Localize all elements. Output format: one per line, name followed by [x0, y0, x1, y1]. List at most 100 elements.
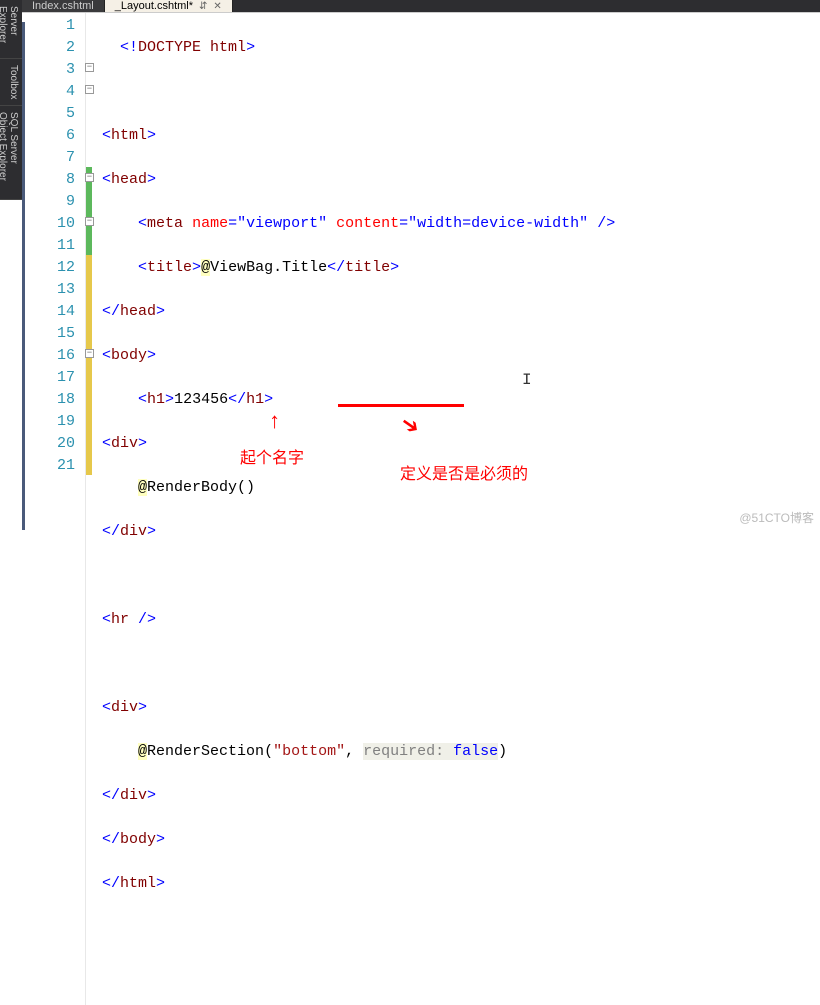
- code-token: >: [147, 787, 156, 804]
- arrow-up-icon: ↑: [268, 412, 281, 434]
- code-content[interactable]: <!DOCTYPE html> <html> <head> <meta name…: [92, 13, 820, 1005]
- line-number: 3−: [22, 59, 85, 81]
- tab-index[interactable]: Index.cshtml: [22, 0, 105, 12]
- code-token: [444, 743, 453, 760]
- sidebar-item-toolbox[interactable]: Toolbox: [0, 59, 22, 106]
- tab-label: Index.cshtml: [32, 0, 94, 12]
- code-token: head: [120, 303, 156, 320]
- code-token: <!: [120, 39, 138, 56]
- code-token: />: [129, 611, 156, 628]
- code-token: <: [102, 611, 111, 628]
- code-editor[interactable]: 123−4−5678−910−111213141516−1718192021 <…: [22, 13, 820, 1005]
- code-token: div: [111, 699, 138, 716]
- code-token: body: [120, 831, 156, 848]
- line-number: 15: [22, 323, 85, 345]
- line-number: 2: [22, 37, 85, 59]
- pin-icon[interactable]: ⇵: [199, 1, 207, 12]
- code-token: >: [147, 347, 156, 364]
- watermark-text: @51CTO博客: [739, 509, 814, 526]
- razor-at-icon: @: [138, 743, 147, 760]
- line-number-gutter: 123−4−5678−910−111213141516−1718192021: [22, 13, 86, 1005]
- code-token: ): [498, 743, 507, 760]
- code-token: >: [147, 127, 156, 144]
- code-token: >: [138, 699, 147, 716]
- code-token: title: [345, 259, 390, 276]
- code-token: html: [120, 875, 156, 892]
- code-token: "viewport": [237, 215, 327, 232]
- tab-bar: Index.cshtml _Layout.cshtml* ⇵ ✕: [22, 0, 820, 12]
- editor-area: Index.cshtml _Layout.cshtml* ⇵ ✕ 123−4−5…: [22, 0, 820, 530]
- line-number: 13: [22, 279, 85, 301]
- line-number: 4−: [22, 81, 85, 103]
- sidebar-item-sql-explorer[interactable]: SQL Server Object Explorer: [0, 106, 22, 200]
- code-token: div: [111, 435, 138, 452]
- code-token: name: [192, 215, 228, 232]
- code-token: >: [264, 391, 273, 408]
- code-token: ViewBag.Title: [210, 259, 327, 276]
- tab-label: _Layout.cshtml*: [115, 0, 193, 12]
- code-token: 123456: [174, 391, 228, 408]
- code-token: required:: [363, 743, 444, 760]
- line-number: 5: [22, 103, 85, 125]
- code-token: >: [156, 831, 165, 848]
- code-token: h1: [246, 391, 264, 408]
- code-token: body: [111, 347, 147, 364]
- code-token: html: [201, 39, 246, 56]
- line-number: 8−: [22, 169, 85, 191]
- code-token: <: [102, 347, 111, 364]
- text-cursor-icon: I: [522, 369, 532, 391]
- code-token: DOCTYPE: [138, 39, 201, 56]
- code-token: />: [588, 215, 615, 232]
- code-token: >: [192, 259, 201, 276]
- line-number: 16−: [22, 345, 85, 367]
- code-token: <: [138, 259, 147, 276]
- close-icon[interactable]: ✕: [213, 1, 221, 12]
- annotation-underline: [338, 404, 464, 407]
- code-token: (: [264, 743, 273, 760]
- code-token: meta: [147, 215, 183, 232]
- code-token: div: [120, 523, 147, 540]
- razor-at-icon: @: [201, 259, 210, 276]
- code-token: RenderBody(): [147, 479, 255, 496]
- code-token: =: [399, 215, 408, 232]
- code-token: >: [138, 435, 147, 452]
- code-token: >: [246, 39, 255, 56]
- code-token: "bottom": [273, 743, 345, 760]
- annotation-name-label: 起个名字: [240, 444, 304, 468]
- code-token: content: [336, 215, 399, 232]
- code-token: "width=device-width": [408, 215, 588, 232]
- line-number: 10−: [22, 213, 85, 235]
- code-token: div: [120, 787, 147, 804]
- line-number: 14: [22, 301, 85, 323]
- code-token: title: [147, 259, 192, 276]
- line-number: 20: [22, 433, 85, 455]
- code-token: RenderSection: [147, 743, 264, 760]
- code-token: <: [138, 391, 147, 408]
- code-token: <: [102, 127, 111, 144]
- side-toolbar: Server Explorer Toolbox SQL Server Objec…: [0, 0, 22, 200]
- code-token: </: [102, 523, 120, 540]
- code-token: </: [102, 875, 120, 892]
- line-number: 12: [22, 257, 85, 279]
- code-token: </: [102, 831, 120, 848]
- line-number: 9: [22, 191, 85, 213]
- line-number: 1: [22, 15, 85, 37]
- code-token: >: [165, 391, 174, 408]
- code-token: <: [102, 171, 111, 188]
- code-token: <: [102, 699, 111, 716]
- code-token: <: [102, 435, 111, 452]
- code-token: >: [390, 259, 399, 276]
- tab-layout[interactable]: _Layout.cshtml* ⇵ ✕: [105, 0, 233, 12]
- code-token: =: [228, 215, 237, 232]
- code-token: false: [453, 743, 498, 760]
- code-token: hr: [111, 611, 129, 628]
- line-number: 21: [22, 455, 85, 477]
- code-token: head: [111, 171, 147, 188]
- line-number: 11: [22, 235, 85, 257]
- editor-left-border: [22, 22, 25, 530]
- code-token: >: [156, 303, 165, 320]
- code-token: >: [147, 523, 156, 540]
- line-number: 7: [22, 147, 85, 169]
- sidebar-item-server-explorer[interactable]: Server Explorer: [0, 0, 22, 59]
- code-token: html: [111, 127, 147, 144]
